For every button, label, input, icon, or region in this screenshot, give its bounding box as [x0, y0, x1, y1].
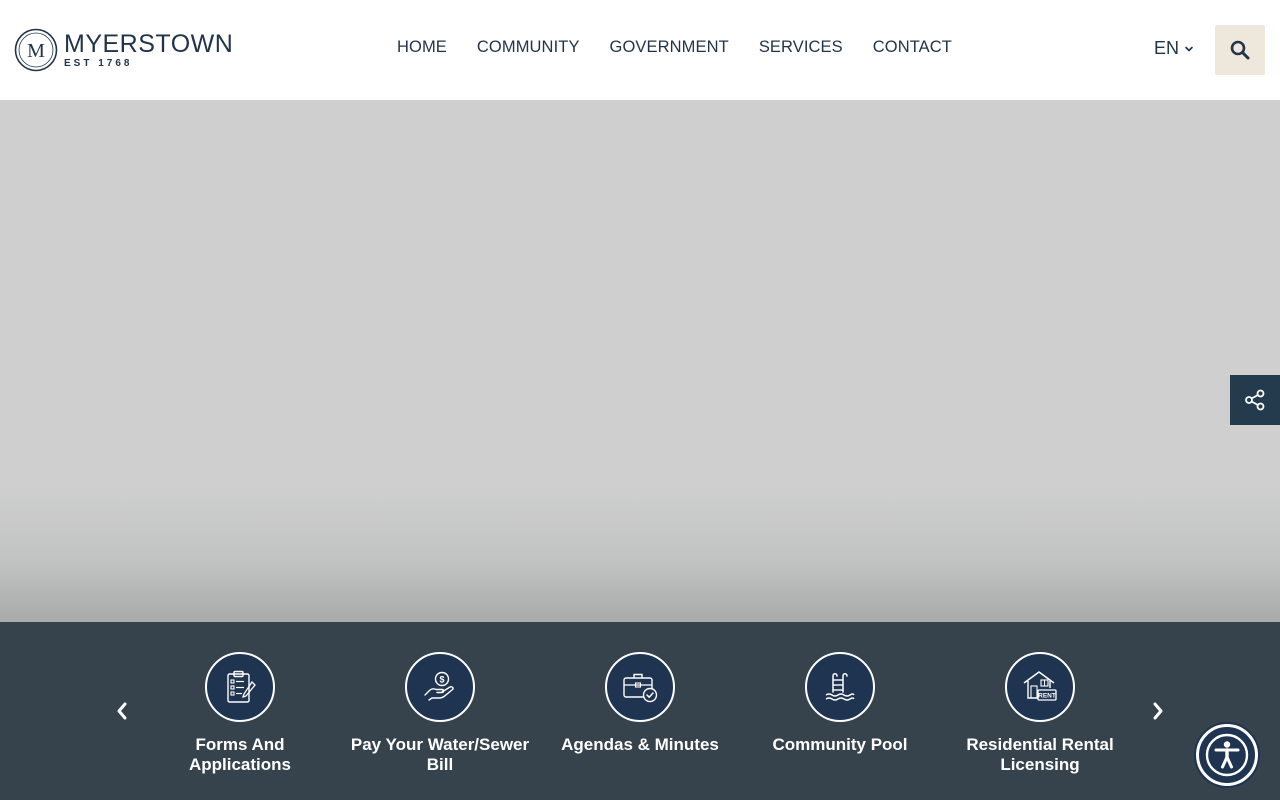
quicklink-label: Community Pool — [772, 735, 908, 754]
briefcase-check-icon — [623, 673, 658, 703]
chevron-down-icon — [1185, 46, 1193, 51]
main-nav: HOME COMMUNITY GOVERNMENT SERVICES CONTA… — [382, 38, 967, 57]
clipboard-icon — [227, 670, 256, 703]
quicklink-rental-licensing[interactable]: RENT Residential Rental Licensing — [940, 652, 1140, 775]
quicklink-label: Residential Rental Licensing — [966, 735, 1114, 774]
nav-services[interactable]: SERVICES — [744, 38, 858, 57]
quicklink-icon-circle — [605, 652, 675, 722]
language-selector[interactable]: EN — [1154, 38, 1194, 59]
accessibility-icon — [1205, 733, 1249, 777]
nav-contact[interactable]: CONTACT — [858, 38, 967, 57]
site-header: M MYERSTOWN EST 1768 HOME COMMUNITY GOVE… — [0, 0, 1280, 100]
quicklink-pool[interactable]: Community Pool — [740, 652, 940, 755]
rent-sign-text: RENT — [1038, 693, 1056, 700]
nav-home[interactable]: HOME — [382, 38, 462, 57]
site-logo[interactable]: M MYERSTOWN EST 1768 — [14, 28, 233, 72]
share-icon — [1245, 389, 1265, 411]
quick-links-bar: Forms And Applications $ Pay Your Water/… — [0, 622, 1280, 800]
quicklink-label: Agendas & Minutes — [561, 735, 719, 754]
logo-name: MYERSTOWN — [64, 29, 234, 58]
quicklink-label: Pay Your Water/Sewer Bill — [350, 735, 530, 774]
chevron-left-icon — [117, 702, 127, 720]
chevron-right-icon — [1153, 702, 1163, 720]
accessibility-button[interactable] — [1196, 724, 1258, 786]
quicklink-icon-circle: RENT — [1005, 652, 1075, 722]
nav-government[interactable]: GOVERNMENT — [595, 38, 744, 57]
house-rent-icon: RENT — [1023, 671, 1057, 701]
quicklink-label: Forms And Applications — [188, 735, 291, 774]
carousel-prev-button[interactable] — [110, 699, 134, 723]
share-button[interactable] — [1230, 375, 1280, 425]
carousel-next-button[interactable] — [1146, 699, 1170, 723]
quicklink-icon-circle — [805, 652, 875, 722]
quicklink-pay-bill[interactable]: $ Pay Your Water/Sewer Bill — [340, 652, 540, 775]
svg-text:$: $ — [439, 675, 444, 685]
quicklink-forms[interactable]: Forms And Applications — [140, 652, 340, 775]
logo-seal-icon: M — [14, 28, 58, 72]
hero-banner — [0, 100, 1280, 622]
logo-est: EST 1768 — [64, 57, 133, 69]
logo-monogram: M — [27, 40, 45, 62]
nav-community[interactable]: COMMUNITY — [462, 38, 595, 57]
search-icon — [1230, 40, 1250, 60]
quicklink-agendas[interactable]: Agendas & Minutes — [540, 652, 740, 755]
quicklink-icon-circle: $ — [405, 652, 475, 722]
pool-ladder-icon — [825, 673, 855, 701]
search-button[interactable] — [1215, 25, 1265, 75]
quicklink-icon-circle — [205, 652, 275, 722]
hand-dollar-icon: $ — [424, 671, 454, 701]
language-label: EN — [1154, 38, 1180, 58]
